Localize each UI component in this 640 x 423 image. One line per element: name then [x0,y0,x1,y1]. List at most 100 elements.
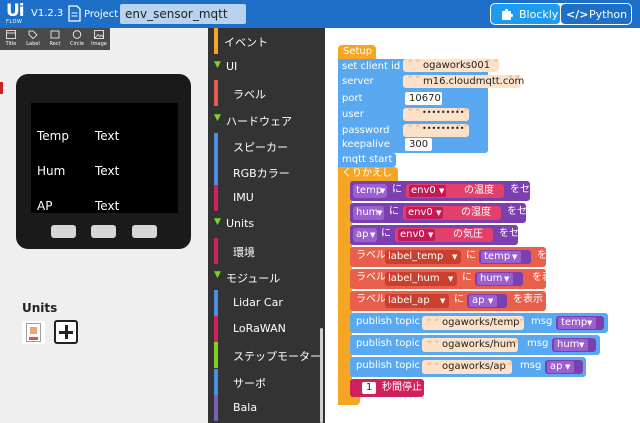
category-item[interactable]: ▼ Units [208,211,325,237]
blockly-workspace[interactable]: Setup set client id “ “ ogaworks001 ” ” … [325,28,640,423]
setup-bottom-cap [338,397,360,405]
category-item[interactable]: ステップモーター [208,342,325,369]
screen-value-hum[interactable]: Text [95,164,119,178]
add-unit-button[interactable] [54,320,78,344]
project-name-input[interactable] [120,4,246,24]
set-hum-block[interactable]: hum ▼ に env0 ▼ の湿度 をセット [350,203,547,223]
topic-ap-value: ogaworks/ap [442,361,506,372]
screen-value-ap[interactable]: Text [95,199,119,213]
category-item[interactable]: Bala [208,394,325,421]
var-hum-ref[interactable]: hum ▼ [475,272,523,286]
category-item[interactable]: イベント [208,28,325,54]
category-item[interactable]: 環境 [208,237,325,264]
var-temp-dropdown[interactable]: temp ▼ [558,317,596,329]
logo-text: Ui [6,1,25,21]
var-hum-dropdown[interactable]: hum ▼ [353,206,384,220]
wait-seconds-value: 1 [366,382,373,393]
tool-circle[interactable]: Circle [66,28,88,50]
setup-block[interactable]: Setup [338,45,376,59]
screen-label-hum[interactable]: Hum [37,164,65,178]
category-item[interactable]: スピーカー [208,132,325,159]
password-field[interactable]: “ “ ••••••••• ” ” [403,124,469,137]
category-scrollbar[interactable] [320,328,323,423]
topic-hum-field[interactable]: “ “ ogaworks/hum ” ” [422,338,518,352]
expand-arrow-icon[interactable]: ▼ [214,217,221,227]
show-label-hum-block[interactable]: ラベル label_hum ▼ に hum ▼ を表示 [350,269,562,289]
msg-ap-ref[interactable]: ap ▼ [545,360,583,374]
category-item[interactable]: ラベル [208,80,325,107]
publish-hum-block[interactable]: publish topic “ “ ogaworks/hum ” ” msg h… [350,335,600,355]
device-screen[interactable]: Temp Text Hum Text AP Text [31,103,178,213]
user-field[interactable]: “ “ ••••••••• ” ” [403,108,469,121]
tool-image[interactable]: Image [88,28,110,50]
expand-arrow-icon[interactable]: ▼ [214,113,221,123]
blockly-tab[interactable]: Blockly [491,4,560,24]
label-temp-name: label_temp [388,251,444,262]
category-item[interactable]: サーボ [208,368,325,395]
tool-rect[interactable]: Rect [44,28,66,50]
env0-dropdown[interactable]: env0 ▼ [406,207,444,219]
category-item[interactable]: ▼ モジュール [208,264,325,290]
env-ap-block[interactable]: env0 ▼ の気圧 [395,228,493,242]
client-id-field[interactable]: “ “ ogaworks001 ” ” [403,59,499,72]
publish-temp-block[interactable]: publish topic “ “ ogaworks/temp ” ” msg … [350,313,608,333]
screen-value-temp[interactable]: Text [95,129,119,143]
expand-arrow-icon[interactable]: ▼ [214,60,221,70]
wait-seconds-field[interactable]: 1 [362,382,376,394]
expand-arrow-icon[interactable]: ▼ [214,270,221,280]
document-icon[interactable] [68,5,81,22]
var-hum-label: hum [557,339,580,350]
client-id-value: ogaworks001 [423,60,491,71]
mqtt-start-label: mqtt start [342,154,393,165]
label-ap-dropdown[interactable]: label_ap ▼ [385,294,449,308]
env-hum-block[interactable]: env0 ▼ の湿度 [403,206,501,220]
category-item[interactable]: RGBカラー [208,159,325,185]
keepalive-field[interactable]: 300 [405,138,432,151]
category-item[interactable]: ▼ ハードウェア [208,107,325,133]
chevron-down-icon: ▼ [377,209,383,217]
set-temp-block[interactable]: temp ▼ に env0 ▼ の温度 をセット [350,181,550,201]
env0-dropdown[interactable]: env0 ▼ [398,229,436,241]
var-ap-dropdown[interactable]: ap ▼ [353,228,377,242]
category-item[interactable]: ▼ UI [208,54,325,80]
var-ap-dropdown[interactable]: ap ▼ [469,295,497,307]
category-item[interactable]: IMU [208,185,325,212]
category-label: ラベル [233,88,266,102]
env-unit-icon[interactable] [22,321,45,344]
set-ap-block[interactable]: ap ▼ に env0 ▼ の気圧 をセット [350,225,539,245]
label-hum-dropdown[interactable]: label_hum ▼ [385,272,457,286]
category-label: Units [226,217,255,231]
screen-label-ap[interactable]: AP [37,199,52,213]
var-temp-dropdown[interactable]: temp ▼ [481,251,521,263]
loop-block[interactable]: くりかえし [338,167,398,181]
category-item[interactable]: LoRaWAN [208,316,325,343]
tool-rect-label: Rect [49,41,61,47]
label-temp-dropdown[interactable]: label_temp ▼ [385,250,461,264]
publish-ap-block[interactable]: publish topic “ “ ogaworks/ap ” ” msg ap… [350,357,586,377]
tool-title[interactable]: Title [0,28,22,50]
var-temp-dropdown[interactable]: temp ▼ [353,184,387,198]
tool-label[interactable]: Label [22,28,44,50]
show-label-ap-block[interactable]: ラベル label_ap ▼ に ap ▼ を表示 [350,291,546,311]
circle-icon [72,30,82,39]
env-temp-block[interactable]: env0 ▼ の温度 [406,184,504,198]
topic-ap-field[interactable]: “ “ ogaworks/ap ” ” [422,360,512,374]
env0-dropdown[interactable]: env0 ▼ [409,185,447,197]
var-ap-dropdown[interactable]: ap ▼ [547,361,574,373]
category-item[interactable]: Lidar Car [208,290,325,316]
msg-temp-ref[interactable]: temp ▼ [556,316,604,330]
var-ap-ref[interactable]: ap ▼ [467,294,507,308]
show-label-temp-block[interactable]: ラベル label_temp ▼ に temp ▼ を表示 [350,247,567,267]
port-field[interactable]: 10670 [405,92,442,105]
var-hum-dropdown[interactable]: hum ▼ [554,339,588,351]
var-hum-dropdown[interactable]: hum ▼ [477,273,513,285]
project-label[interactable]: Project [84,9,118,20]
server-field[interactable]: “ “ m16.cloudmqtt.com ” ” [403,75,524,88]
mqtt-start-block[interactable]: mqtt start [338,153,396,167]
topic-temp-field[interactable]: “ “ ogaworks/temp ” ” [422,316,524,330]
wait-block[interactable]: 1 秒間停止 [350,379,424,397]
screen-label-temp[interactable]: Temp [37,129,69,143]
msg-hum-ref[interactable]: hum ▼ [552,338,596,352]
var-temp-ref[interactable]: temp ▼ [479,250,531,264]
python-tab[interactable]: </> Python [561,4,631,24]
